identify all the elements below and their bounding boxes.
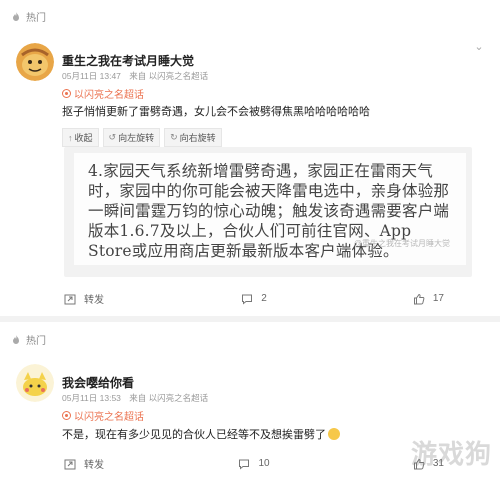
- post-image-content: 4.家园天气系统新增雷劈奇遇，家园正在雷雨天气时，家园中的你可能会被天降雷电选中…: [74, 153, 466, 265]
- avatar-image: [16, 43, 54, 81]
- topic-icon: [62, 411, 71, 420]
- post-meta: 05月11日 13:53 来自 以闪亮之名超话: [62, 392, 214, 404]
- collapse-button[interactable]: ↑ 收起: [62, 128, 99, 147]
- post-card: 热门 ⌄ 重生之我在考试月睡大觉 05月11日 13:47 来自 以闪亮之名超话…: [0, 0, 500, 316]
- repost-label: 转发: [84, 295, 104, 306]
- hot-label: 热门: [26, 336, 46, 347]
- post-text: 抠子悄悄更新了雷劈奇遇，女儿会不会被劈得焦黑哈哈哈哈哈哈: [62, 106, 370, 118]
- image-toolbar: ↑ 收起 ↺ 向左旋转 ↻ 向右旋转: [62, 128, 222, 147]
- action-bar: 转发 2 17: [64, 291, 444, 306]
- post-date: 05月11日 13:53: [62, 393, 121, 403]
- collapse-label: 收起: [74, 133, 93, 143]
- post-card: 热门 我会嘤给你看 05月11日 13:53 来自 以闪亮之名超话 以闪亮之名超…: [0, 322, 500, 477]
- topic-tag-label: 以闪亮之名超话: [74, 90, 144, 101]
- rotate-left-button[interactable]: ↺ 向左旋转: [102, 128, 161, 147]
- collapse-icon: ↑: [68, 132, 73, 143]
- like-count: 17: [432, 293, 444, 304]
- flame-icon: [13, 334, 19, 344]
- thumbs-up-icon: [413, 293, 425, 304]
- rotate-right-icon: ↻: [170, 132, 178, 142]
- repost-icon: [64, 459, 76, 469]
- repost-button[interactable]: 转发: [64, 456, 144, 471]
- hot-badge: 热门: [10, 332, 46, 347]
- topic-tag[interactable]: 以闪亮之名超话: [62, 86, 144, 101]
- post-date: 05月11日 13:47: [62, 71, 121, 81]
- action-bar: 转发 10 31: [64, 456, 444, 471]
- site-watermark: 游戏狗: [410, 440, 492, 470]
- rotate-left-icon: ↺: [108, 132, 117, 142]
- rotate-right-button[interactable]: ↻ 向右旋转: [164, 128, 222, 147]
- image-watermark: @重生之我在考试月睡大觉: [353, 239, 450, 248]
- hot-label: 热门: [26, 13, 46, 24]
- repost-icon: [64, 294, 76, 304]
- comment-button[interactable]: 10: [214, 458, 294, 470]
- post-source: 来自 以闪亮之名超话: [129, 71, 209, 81]
- rotate-left-label: 向左旋转: [118, 133, 155, 143]
- post-meta: 05月11日 13:47 来自 以闪亮之名超话: [62, 70, 214, 82]
- hot-badge: 热门: [10, 9, 46, 24]
- topic-tag-label: 以闪亮之名超话: [74, 412, 144, 423]
- avatar[interactable]: [16, 43, 54, 81]
- topic-tag[interactable]: 以闪亮之名超话: [62, 408, 144, 423]
- more-options-icon[interactable]: ⌄: [472, 40, 486, 54]
- repost-label: 转发: [84, 460, 104, 471]
- post-image[interactable]: 4.家园天气系统新增雷劈奇遇，家园正在雷雨天气时，家园中的你可能会被天降雷电选中…: [64, 147, 472, 277]
- topic-icon: [62, 89, 71, 98]
- comment-count: 2: [261, 293, 267, 304]
- smile-emoji-icon: [328, 428, 340, 440]
- comment-icon: [242, 294, 253, 305]
- comment-icon: [239, 459, 250, 470]
- avatar[interactable]: [16, 364, 54, 402]
- username[interactable]: 我会嘤给你看: [62, 374, 134, 391]
- like-button[interactable]: 17: [364, 293, 444, 305]
- username[interactable]: 重生之我在考试月睡大觉: [62, 52, 194, 69]
- post-text-content: 不是，现在有多少见见的合伙人已经等不及想挨雷劈了: [62, 429, 326, 441]
- repost-button[interactable]: 转发: [64, 291, 144, 306]
- comment-count: 10: [258, 458, 270, 469]
- comment-button[interactable]: 2: [214, 293, 294, 305]
- avatar-image: [16, 364, 54, 402]
- post-source: 来自 以闪亮之名超话: [129, 393, 209, 403]
- rotate-right-label: 向右旋转: [179, 133, 216, 143]
- flame-icon: [13, 11, 19, 21]
